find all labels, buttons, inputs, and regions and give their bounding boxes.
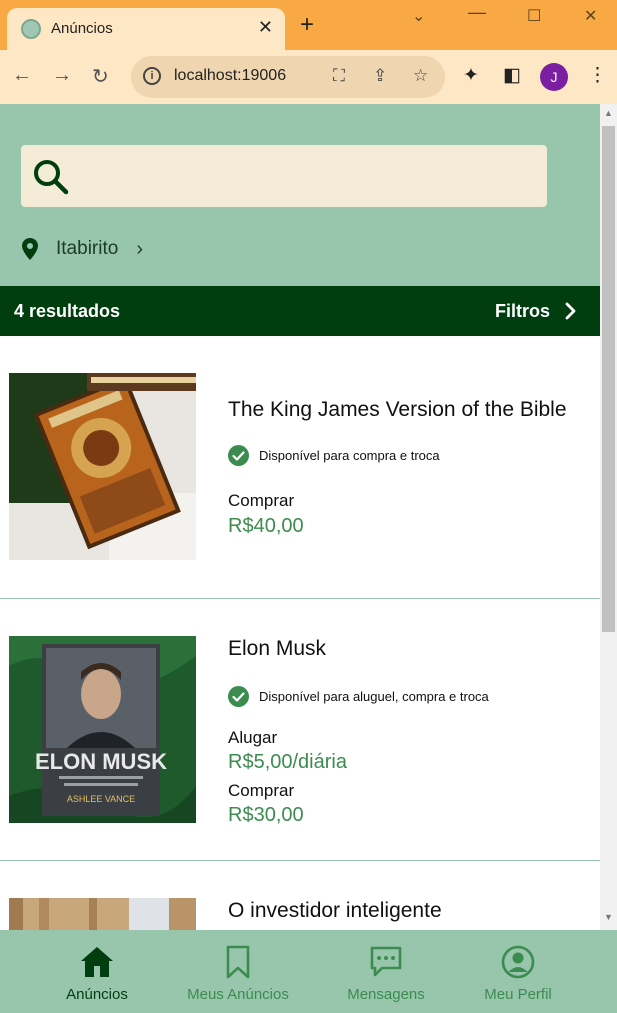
bookmark-star-icon[interactable]: ☆ (413, 66, 428, 86)
nav-item-anuncios[interactable]: Anúncios (22, 930, 172, 1013)
price-value: R$30,00 (228, 804, 304, 826)
price-value: R$5,00/diária (228, 751, 347, 773)
scrollbar-thumb[interactable] (602, 126, 615, 632)
chevron-right-icon: › (136, 237, 143, 260)
availability-text: Disponível para aluguel, compra e troca (259, 689, 489, 704)
tab-title: Anúncios (51, 20, 113, 37)
search-input[interactable] (21, 145, 547, 207)
location-city: Itabirito (56, 238, 119, 259)
scroll-down-icon[interactable]: ▼ (604, 912, 613, 922)
window-close-icon[interactable]: ✕ (584, 6, 597, 26)
share-icon[interactable]: ⇪ (373, 66, 387, 86)
listing-image-elon-musk: ELON MUSK ASHLEE VANCE (9, 636, 196, 823)
site-info-icon[interactable]: i (143, 67, 161, 85)
side-panel-icon[interactable]: ◧ (503, 64, 521, 87)
minimize-icon[interactable]: — (468, 2, 486, 23)
listing-title[interactable]: O investidor inteligente (228, 899, 442, 923)
bookmark-icon (226, 945, 250, 979)
listing-image-bible (9, 373, 196, 560)
chat-icon (370, 946, 402, 977)
maximize-icon[interactable]: ☐ (527, 6, 541, 26)
nav-item-mensagens[interactable]: Mensagens (311, 930, 461, 1013)
profile-avatar[interactable]: J (540, 63, 568, 91)
price-type: Alugar (228, 728, 278, 747)
listing-item[interactable]: The King James Version of the Bible Disp… (0, 336, 600, 599)
listing-item[interactable]: ELON MUSK ASHLEE VANCE Elon Musk Disponí… (0, 599, 600, 861)
url-text: localhost:19006 (174, 67, 287, 84)
location-selector[interactable]: Itabirito › (22, 234, 143, 264)
back-icon[interactable]: ← (12, 64, 32, 87)
page-scrollbar[interactable]: ▲ ▼ (600, 104, 617, 930)
results-count: 4 resultados (14, 301, 121, 321)
availability-text: Disponível para compra e troca (259, 448, 440, 463)
elon-cover-author: ASHLEE VANCE (67, 794, 135, 804)
nav-label: Mensagens (347, 986, 425, 1003)
price-value: R$40,00 (228, 515, 304, 537)
price-type: Comprar (228, 491, 295, 510)
nav-label: Meus Anúncios (187, 986, 289, 1003)
reload-icon[interactable]: ↻ (92, 64, 109, 89)
bottom-navigation: Anúncios Meus Anúncios Mensagens Meu Per… (0, 930, 617, 1013)
browser-tab-strip: Anúncios ✕ + ⌄ — ☐ ✕ (0, 0, 617, 50)
favicon-icon (21, 19, 41, 39)
browser-toolbar: ← → ↻ i localhost:19006 ⛶ ⇪ ☆ ✦ ◧ J ⋮ (0, 50, 617, 104)
tab-search-chevron-icon[interactable]: ⌄ (412, 6, 425, 26)
nav-item-meus-anuncios[interactable]: Meus Anúncios (163, 930, 313, 1013)
home-icon (81, 947, 113, 977)
browser-tab[interactable]: Anúncios ✕ (7, 8, 285, 50)
results-bar: 4 resultados Filtros (0, 286, 600, 336)
nav-item-meu-perfil[interactable]: Meu Perfil (443, 930, 593, 1013)
check-circle-icon (228, 445, 249, 466)
app-page: Itabirito › 4 resultados Filtros The Kin… (0, 104, 600, 930)
elon-cover-title: ELON MUSK (35, 749, 167, 774)
new-tab-icon[interactable]: + (300, 13, 314, 37)
nav-label: Meu Perfil (484, 986, 552, 1003)
address-bar[interactable]: i localhost:19006 ⛶ ⇪ ☆ (131, 56, 445, 98)
search-header: Itabirito › (0, 104, 600, 286)
check-circle-icon (228, 686, 249, 707)
location-pin-icon (22, 238, 38, 260)
nav-label: Anúncios (66, 986, 128, 1003)
search-icon (34, 160, 69, 195)
forward-icon[interactable]: → (52, 64, 72, 87)
translate-icon[interactable]: ⛶ (333, 66, 345, 86)
listing-image-investidor (9, 898, 196, 930)
extensions-icon[interactable]: ✦ (463, 64, 479, 87)
listing-title[interactable]: The King James Version of the Bible (228, 398, 567, 422)
profile-icon (501, 945, 535, 979)
availability-status: Disponível para compra e troca (228, 445, 440, 466)
availability-status: Disponível para aluguel, compra e troca (228, 686, 489, 707)
listing-title[interactable]: Elon Musk (228, 637, 326, 661)
price-type: Comprar (228, 781, 295, 800)
close-tab-icon[interactable]: ✕ (258, 17, 273, 38)
scroll-up-icon[interactable]: ▲ (604, 108, 613, 118)
browser-menu-icon[interactable]: ⋮ (588, 64, 607, 87)
chevron-right-icon[interactable] (564, 296, 578, 326)
listing-item[interactable]: O investidor inteligente (0, 861, 600, 930)
filters-button[interactable]: Filtros (495, 301, 550, 322)
